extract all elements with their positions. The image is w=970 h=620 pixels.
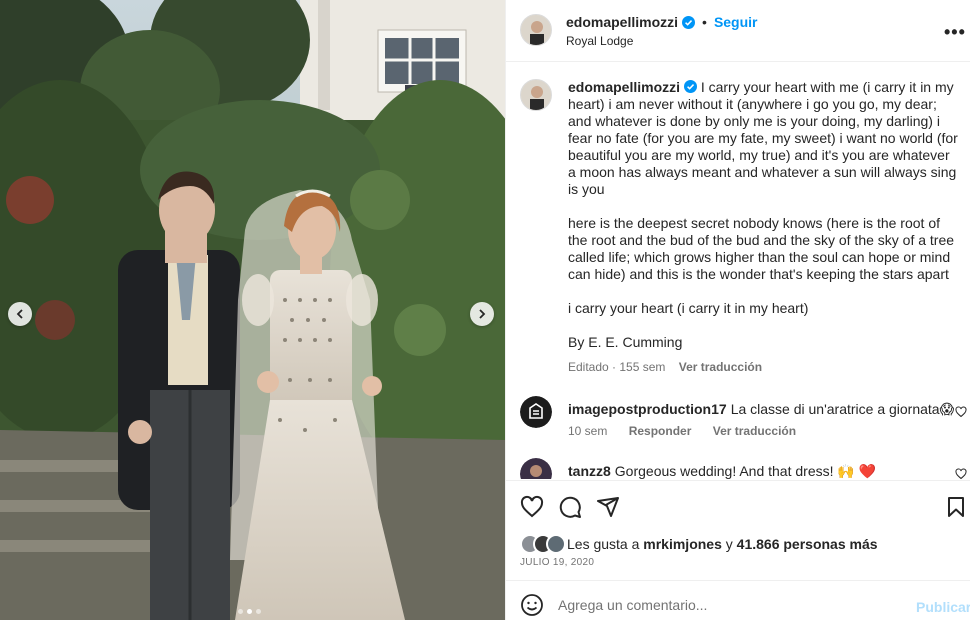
separator-dot: • xyxy=(702,14,707,30)
reply-link[interactable]: Responder xyxy=(629,424,692,438)
carousel-dot xyxy=(238,609,243,614)
verified-icon xyxy=(682,15,696,29)
share-icon[interactable] xyxy=(596,495,620,519)
likes-conj: y xyxy=(725,536,733,552)
comment-translate-link[interactable]: Ver traducción xyxy=(713,424,796,438)
publish-button[interactable]: Publicar xyxy=(916,599,970,615)
author-username[interactable]: edomapellimozzi xyxy=(566,14,678,30)
more-options-icon[interactable]: ••• xyxy=(944,22,966,43)
comment-time: 10 sem xyxy=(568,424,608,438)
emoji-icon[interactable] xyxy=(520,593,544,617)
commenter-username[interactable]: tanzz8 xyxy=(568,463,611,479)
likes-user-link[interactable]: mrkimjones xyxy=(643,536,722,552)
comment-text-line: tanzz8 Gorgeous wedding! And that dress! … xyxy=(568,463,876,479)
carousel-next-button[interactable] xyxy=(470,302,494,326)
carousel-indicator xyxy=(238,609,261,614)
comment-like-icon[interactable] xyxy=(955,468,967,479)
caption-paragraph: edomapellimozzi I carry your heart with … xyxy=(568,79,958,198)
location-link[interactable]: Royal Lodge xyxy=(566,34,633,48)
likes-prefix: Les gusta a xyxy=(567,536,640,552)
comment-text: Gorgeous wedding! And that dress! 🙌 ❤️ xyxy=(614,463,877,479)
commenter-avatar[interactable] xyxy=(520,458,552,479)
commenter-avatar[interactable] xyxy=(520,396,552,428)
likes-count-link[interactable]: 41.866 personas más xyxy=(737,536,878,552)
caption-meta: Editado · 155 sem Ver traducción xyxy=(568,360,762,374)
caption-edited-time: Editado · 155 sem xyxy=(568,360,666,374)
carousel-dot xyxy=(256,609,261,614)
wedding-photo xyxy=(0,0,505,620)
caption-paragraph-2: here is the deepest secret nobody knows … xyxy=(568,215,955,282)
action-bar xyxy=(506,480,970,530)
author-avatar[interactable] xyxy=(520,14,552,46)
comment-like-icon[interactable] xyxy=(955,406,967,418)
commenter-username[interactable]: imagepostproduction17 xyxy=(568,401,727,417)
comment-item: imagepostproduction17 La classe di un'ara… xyxy=(506,396,970,456)
liker-avatar xyxy=(546,534,566,554)
caption-username[interactable]: edomapellimozzi xyxy=(568,79,680,95)
caption-translate-link[interactable]: Ver traducción xyxy=(679,360,762,374)
chevron-left-icon xyxy=(16,309,23,319)
post-panel: edomapellimozzi • Seguir Royal Lodge •••… xyxy=(505,0,970,620)
save-icon[interactable] xyxy=(944,495,968,519)
comment-item: tanzz8 Gorgeous wedding! And that dress! … xyxy=(506,458,970,479)
comment-text-line: imagepostproduction17 La classe di un'ara… xyxy=(568,401,954,418)
carousel-prev-button[interactable] xyxy=(8,302,32,326)
post-header-user: edomapellimozzi • Seguir xyxy=(566,14,758,30)
chevron-right-icon xyxy=(479,309,486,319)
follow-button[interactable]: Seguir xyxy=(714,14,758,30)
heart-icon[interactable] xyxy=(520,495,544,519)
caption-text: edomapellimozzi I carry your heart with … xyxy=(568,79,958,368)
caption-paragraph-4: By E. E. Cumming xyxy=(568,334,683,350)
post-header: edomapellimozzi • Seguir Royal Lodge ••• xyxy=(506,0,970,62)
post-date: JULIO 19, 2020 xyxy=(520,557,595,568)
likes-summary: Les gusta a mrkimjones y 41.866 personas… xyxy=(520,533,878,555)
add-comment-bar: Publicar xyxy=(506,580,970,620)
comments-section[interactable]: edomapellimozzi I carry your heart with … xyxy=(506,63,970,479)
comment-input[interactable] xyxy=(558,592,898,618)
comment-meta: 10 sem Responder Ver traducción xyxy=(568,424,814,438)
post-media[interactable] xyxy=(0,0,505,620)
carousel-dot-active xyxy=(247,609,252,614)
caption-paragraph-1: I carry your heart with me (i carry it i… xyxy=(568,79,958,197)
caption-avatar[interactable] xyxy=(520,79,552,111)
caption-paragraph-3: i carry your heart (i carry it in my hea… xyxy=(568,300,809,316)
verified-icon xyxy=(683,80,697,93)
comment-text: La classe di un'aratrice a giornata😱 xyxy=(730,401,955,417)
liker-avatars xyxy=(520,534,566,554)
comment-icon[interactable] xyxy=(558,495,582,519)
